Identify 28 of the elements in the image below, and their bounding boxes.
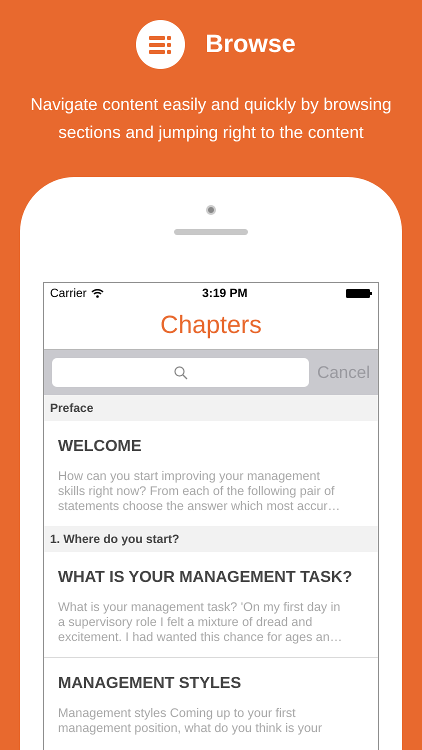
chapter-row[interactable]: MANAGEMENT STYLES Management styles Coming up to your first management position, what do you think is your: [44, 658, 378, 748]
status-time: 3:19 PM: [202, 285, 248, 302]
header-title: Browse: [205, 28, 296, 60]
chapter-summary-line: management position, what do you think is your: [58, 721, 324, 736]
chapter-title: MANAGEMENT STYLES: [58, 674, 242, 694]
chapter-summary-line: How can you start improving your management: [58, 469, 321, 484]
chapter-row[interactable]: WHAT IS YOUR MANAGEMENT TASK? What is your management task? 'On my first day in a supervisory role I felt a mixture of dread and excitement. I had wanted this chance for ages an…: [44, 552, 378, 658]
wifi-icon: [90, 288, 104, 298]
chapter-summary-line: statements choose the answer which most accur…: [58, 499, 342, 514]
chapter-summary-line: excitement. I had wanted this chance for ages an…: [58, 630, 344, 645]
chapter-summary-line: Management styles Coming up to your first: [58, 706, 297, 721]
chapter-summary-line: a supervisory role I felt a mixture of dread and: [58, 615, 314, 630]
speaker-icon: [174, 229, 248, 235]
chapter-summary-line: skills right now? From each of the following pair of: [58, 484, 336, 499]
chapter-title: WHAT IS YOUR MANAGEMENT TASK?: [58, 568, 354, 588]
nav-title: Chapters: [160, 310, 262, 342]
chapter-title: WELCOME: [58, 437, 143, 457]
chapter-row[interactable]: WELCOME How can you start improving your management skills right now? From each of the following pair of statements choose the answer which most accur…: [44, 421, 378, 526]
search-icon: [174, 366, 188, 380]
section-title: 1. Where do you start?: [50, 531, 180, 548]
search-field[interactable]: [52, 358, 310, 387]
camera-icon: [206, 205, 216, 215]
battery-icon: [346, 288, 372, 298]
carrier-label: Carrier: [50, 285, 87, 302]
header-subtitle: Navigate content easily and quickly by browsing sections and jumping right to the content: [30, 94, 392, 144]
chapter-summary-line: What is your management task? 'On my first day in: [58, 600, 342, 615]
section-title: Preface: [50, 400, 94, 417]
browse-icon: [136, 20, 186, 69]
